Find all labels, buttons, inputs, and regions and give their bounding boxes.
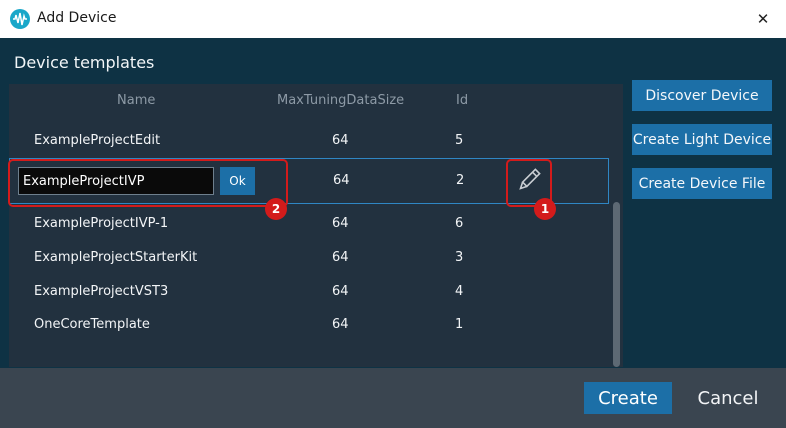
row-id: 5 xyxy=(455,133,464,148)
discover-device-button[interactable]: Discover Device xyxy=(632,80,772,111)
row-id: 4 xyxy=(455,284,464,299)
row-size: 64 xyxy=(332,133,349,148)
window-title: Add Device xyxy=(37,10,117,26)
row-size: 64 xyxy=(332,317,349,332)
row-name: OneCoreTemplate xyxy=(34,317,150,332)
row-id: 6 xyxy=(455,216,464,231)
table-row[interactable]: ExampleProjectIVP-1 64 6 xyxy=(9,208,609,241)
table-row[interactable]: ExampleProjectVST3 64 4 xyxy=(9,276,609,309)
row-size: 64 xyxy=(332,284,349,299)
cancel-button[interactable]: Cancel xyxy=(682,382,774,414)
section-title: Device templates xyxy=(14,53,155,72)
title-bar: Add Device ✕ xyxy=(0,0,786,39)
column-header-id[interactable]: Id xyxy=(456,93,468,108)
create-light-device-button[interactable]: Create Light Device xyxy=(632,124,772,155)
callout-badge-1: 1 xyxy=(534,198,556,220)
app-logo-icon xyxy=(10,9,30,29)
row-size: 64 xyxy=(333,173,350,188)
table-row[interactable]: ExampleProjectStarterKit 64 3 xyxy=(9,242,609,275)
row-name: ExampleProjectVST3 xyxy=(34,284,169,299)
dialog-footer: Create Cancel xyxy=(0,368,786,428)
row-id: 1 xyxy=(455,317,464,332)
row-size: 64 xyxy=(332,216,349,231)
close-icon: ✕ xyxy=(756,10,770,28)
row-id: 2 xyxy=(456,173,465,188)
device-templates-table: Name MaxTuningDataSize Id ExampleProject… xyxy=(9,84,623,367)
table-row[interactable]: OneCoreTemplate 64 1 xyxy=(9,309,609,342)
callout-box-2 xyxy=(8,159,288,207)
dialog-body: Device templates Name MaxTuningDataSize … xyxy=(0,38,786,368)
create-button[interactable]: Create xyxy=(584,382,672,414)
row-name: ExampleProjectEdit xyxy=(34,133,161,148)
column-header-max-tuning-data-size[interactable]: MaxTuningDataSize xyxy=(277,93,404,108)
row-size: 64 xyxy=(332,250,349,265)
callout-badge-2: 2 xyxy=(265,198,287,220)
row-name: ExampleProjectIVP-1 xyxy=(34,216,169,231)
vertical-scrollbar[interactable] xyxy=(611,124,621,367)
create-device-file-button[interactable]: Create Device File xyxy=(632,168,772,199)
row-id: 3 xyxy=(455,250,464,265)
column-header-name[interactable]: Name xyxy=(117,93,155,108)
scrollbar-thumb[interactable] xyxy=(613,202,620,367)
table-row[interactable]: ExampleProjectEdit 64 5 xyxy=(9,125,609,158)
row-name: ExampleProjectStarterKit xyxy=(34,250,198,265)
close-button[interactable]: ✕ xyxy=(740,0,786,38)
